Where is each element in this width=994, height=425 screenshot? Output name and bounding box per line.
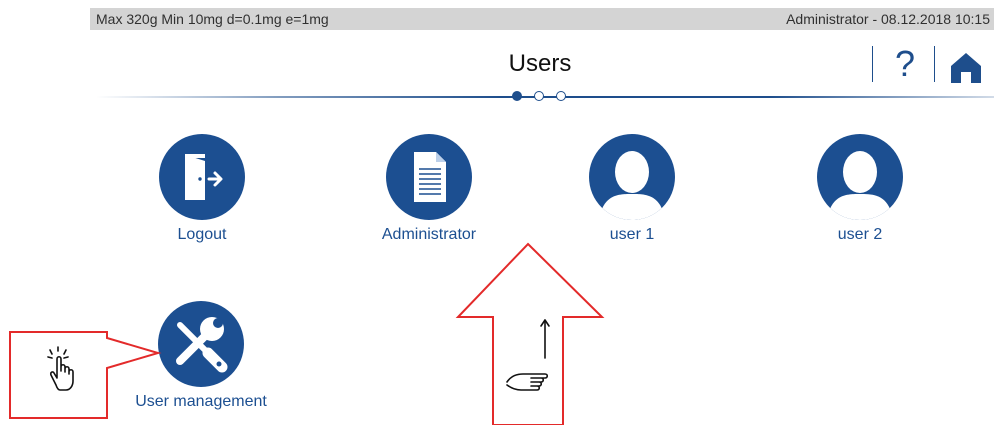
swipe-up-arrow <box>455 242 605 425</box>
tap-gesture-icon <box>47 346 74 391</box>
